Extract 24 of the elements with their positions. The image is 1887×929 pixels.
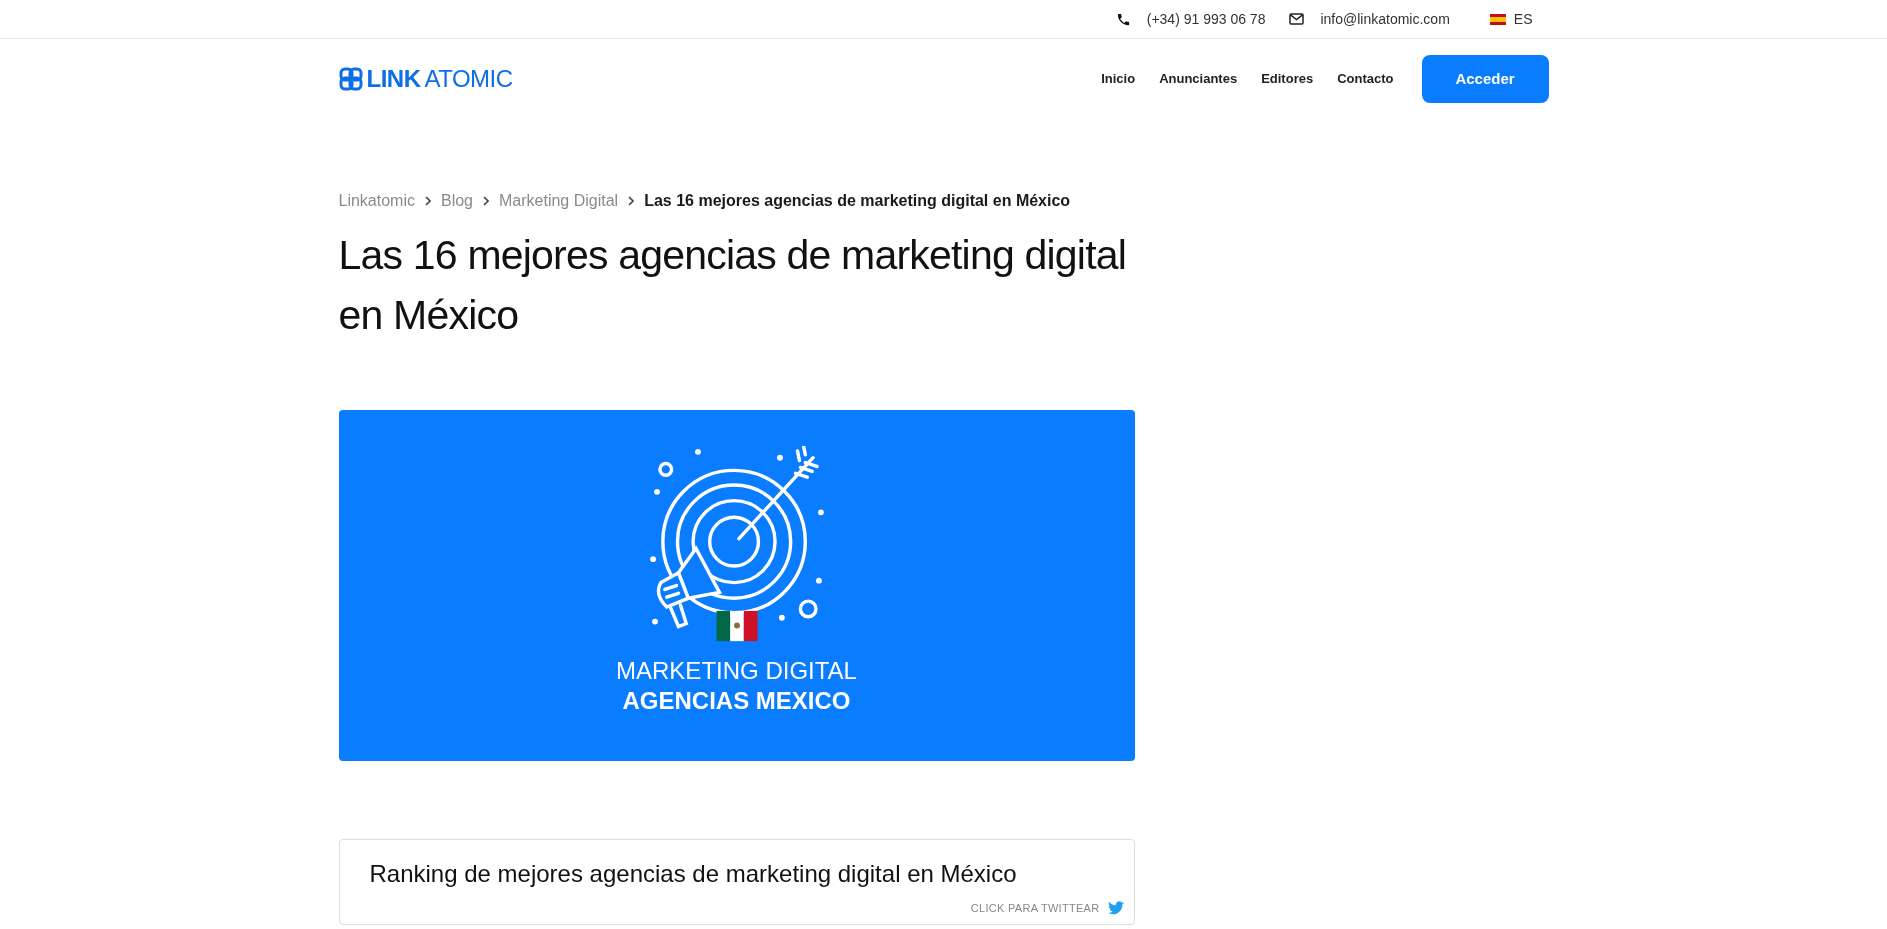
email-icon	[1289, 13, 1305, 25]
chevron-right-icon	[628, 196, 635, 206]
nav-link[interactable]: Editores	[1249, 69, 1326, 89]
spain-flag-icon	[1489, 13, 1506, 25]
nav-link[interactable]: Contacto	[1325, 69, 1406, 89]
banner-text: AGENCIAS MEXICO	[622, 685, 851, 716]
site-logo[interactable]: LINK ATOMIC	[338, 67, 513, 91]
language-selector[interactable]: ES	[1489, 8, 1533, 30]
phone-icon	[1115, 11, 1131, 27]
page-title: Las 16 mejores agencias de marketing digital en México	[338, 231, 1128, 340]
quote-text: Ranking de mejores agencias de marketing digital en México	[369, 859, 1018, 889]
chevron-right-icon	[425, 196, 431, 206]
bird-icon	[1107, 901, 1124, 916]
login-button[interactable]: Acceder	[1421, 55, 1549, 103]
phone-number[interactable]: (+34) 91 993 06 78	[1146, 8, 1266, 30]
email-address[interactable]: info@linkatomic.com	[1320, 8, 1450, 30]
breadcrumb-current[interactable]: Las 16 mejores agencias de marketing digital en México	[644, 189, 1071, 213]
breadcrumb-link[interactable]: Marketing Digital	[499, 189, 619, 213]
chevron-right-icon	[483, 196, 489, 206]
nav-link[interactable]: Inicio	[1089, 69, 1148, 89]
tweet-link[interactable]: CLICK PARA TWITTEAR	[369, 900, 1124, 917]
nav-link[interactable]: Anunciantes	[1147, 69, 1250, 89]
breadcrumb-link[interactable]: Linkatomic	[338, 189, 415, 213]
banner-text: MARKETING DIGITAL	[616, 655, 857, 686]
